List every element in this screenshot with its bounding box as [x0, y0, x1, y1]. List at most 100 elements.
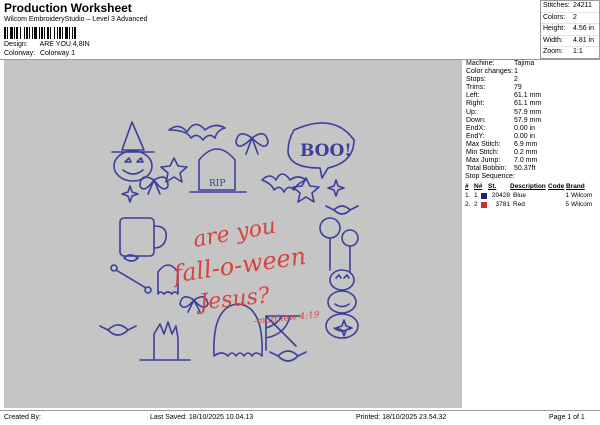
property-label: Total Bobbin: — [466, 165, 507, 173]
tombstone-text: RIP — [209, 179, 225, 189]
property-value: 7.0 mm — [514, 157, 538, 165]
color-swatch — [480, 192, 487, 199]
stop-sequence-header: # N# St. Description Code Brand — [465, 183, 599, 191]
boo-text: BOO! — [300, 141, 352, 161]
colorway-row: Colorway: Colorway 1 — [4, 50, 75, 57]
pumpkin-icon — [329, 269, 355, 291]
bow-icon — [235, 133, 269, 155]
bow-icon — [139, 176, 169, 195]
property-value: 0.2 mm — [514, 149, 538, 157]
stop-sequence-row: 1. 1 20428 Blue 1 Wilcom — [465, 191, 599, 200]
sparkle-icon — [327, 179, 345, 197]
property-value: 6.9 mm — [514, 140, 538, 148]
property-row: Left: 61.1 mm — [465, 92, 599, 100]
embroidery-design: RIP BOO! are you fall-o-ween Jesus? -mat… — [99, 121, 359, 362]
cell-brand: Wilcom — [571, 192, 593, 200]
cell-desc: Blue — [513, 192, 527, 200]
column-header: Brand — [566, 183, 585, 191]
zombie-hand-icon — [139, 321, 191, 361]
software-subtitle: Wilcom EmbroideryStudio – Level 3 Advanc… — [4, 16, 148, 23]
property-row: Trims: 79 — [465, 84, 599, 92]
property-value: 57.9 mm — [514, 116, 542, 124]
property-label: Color changes: — [466, 68, 514, 76]
quote-line-3: Jesus? — [194, 283, 271, 316]
property-row: Color changes: 1 — [465, 68, 599, 76]
printed-date: Printed: 18/10/2025 23.54.32 — [356, 414, 447, 421]
column-header: N# — [474, 183, 483, 191]
colorway-value: Colorway 1 — [39, 50, 75, 57]
property-row: Max Jump: 7.0 mm — [465, 157, 599, 165]
property-label: Down: — [466, 116, 486, 124]
property-value: 1 — [514, 68, 518, 76]
cell-brand: Wilcom — [571, 201, 593, 209]
stop-sequence-title: Stop Sequence: — [465, 173, 515, 181]
property-label: Max Stitch: — [466, 140, 501, 148]
machine-properties-panel: Machine: Tajima Color changes: 1 Stops: 2 Trim… — [465, 60, 599, 209]
pumpkin-icon — [327, 290, 357, 314]
mug-icon — [119, 217, 155, 257]
cell-num: 1. — [465, 192, 471, 200]
summary-row: Height: 4.56 in — [541, 23, 599, 35]
design-preview: RIP BOO! are you fall-o-ween Jesus? -mat… — [4, 60, 462, 408]
bone-icon — [115, 269, 147, 289]
property-label: Machine: — [466, 60, 495, 67]
column-header: # — [465, 183, 469, 191]
property-label: Min Stitch: — [466, 149, 499, 157]
property-label: Right: — [466, 100, 485, 108]
property-value: 61.1 mm — [514, 100, 542, 108]
property-value: 2 — [514, 76, 518, 84]
quote-text-group: are you fall-o-ween Jesus? -matthew 4:19 — [170, 214, 321, 327]
candy-icon — [325, 205, 359, 215]
column-header: Description — [510, 183, 546, 191]
cell-st: 20428 — [491, 192, 510, 200]
property-value: 0.00 in — [514, 132, 536, 140]
design-value: ARE YOU 4,8IN — [39, 41, 90, 48]
summary-row: Colors: 2 — [541, 11, 599, 24]
property-label: EndY: — [466, 132, 485, 140]
page-title: Production Worksheet — [4, 1, 132, 15]
column-header: Code — [548, 183, 565, 191]
barcode-bar — [76, 27, 77, 39]
lollipop-icon — [319, 217, 341, 239]
page-number: Page 1 of 1 — [549, 414, 585, 421]
property-value: 79 — [514, 84, 522, 92]
color-swatch — [480, 201, 487, 208]
property-row: EndX: 0.00 in — [465, 125, 599, 133]
quote-line-2: fall-o-ween — [170, 242, 308, 289]
property-row: Up: 57.9 mm — [465, 109, 599, 117]
property-value: 0.00 in — [514, 124, 536, 132]
sparkle-icon — [121, 185, 139, 203]
bat-icon — [168, 123, 226, 141]
property-label: Up: — [466, 108, 477, 116]
property-value: Tajima — [514, 60, 535, 67]
property-row: EndY: 0.00 in — [465, 133, 599, 141]
cell-num: 2. — [465, 201, 471, 209]
property-row: Machine: Tajima — [465, 60, 599, 68]
design-label: Design: — [4, 41, 28, 48]
candy-icon — [269, 350, 307, 362]
property-label: Stops: — [466, 76, 486, 84]
design-row: Design: ARE YOU 4,8IN — [4, 41, 90, 48]
column-header: St. — [488, 183, 497, 191]
colorway-label: Colorway: — [4, 50, 36, 57]
candy-icon — [99, 324, 137, 336]
property-value: 61.1 mm — [514, 92, 542, 100]
property-label: Trims: — [466, 84, 486, 92]
summary-box: Stitches: 24211 Colors: 2 Height: 4.56 in W… — [540, 0, 600, 59]
stop-sequence-row: 2. 2 3781 Red 5 Wilcom — [465, 200, 599, 209]
needle-number: 1 — [474, 192, 478, 200]
cell-st: 3781 — [495, 201, 510, 209]
last-saved: Last Saved: 18/10/2025 10.04.13 — [150, 414, 254, 421]
summary-row: Zoom: 1:1 — [541, 46, 599, 58]
summary-row: Width: 4.81 in — [541, 34, 599, 47]
star-icon — [292, 177, 320, 203]
bat-icon — [261, 173, 307, 193]
cell-n: 2 — [474, 200, 488, 209]
property-row: Down: 57.9 mm — [465, 117, 599, 125]
page-footer: Created By: Last Saved: 18/10/2025 10.04… — [0, 410, 600, 425]
needle-number: 2 — [474, 201, 478, 209]
witch-hat-icon — [121, 121, 145, 151]
created-by: Created By: — [4, 414, 41, 421]
property-row: Max Stitch: 6.9 mm — [465, 141, 599, 149]
cell-desc: Red — [513, 201, 525, 209]
